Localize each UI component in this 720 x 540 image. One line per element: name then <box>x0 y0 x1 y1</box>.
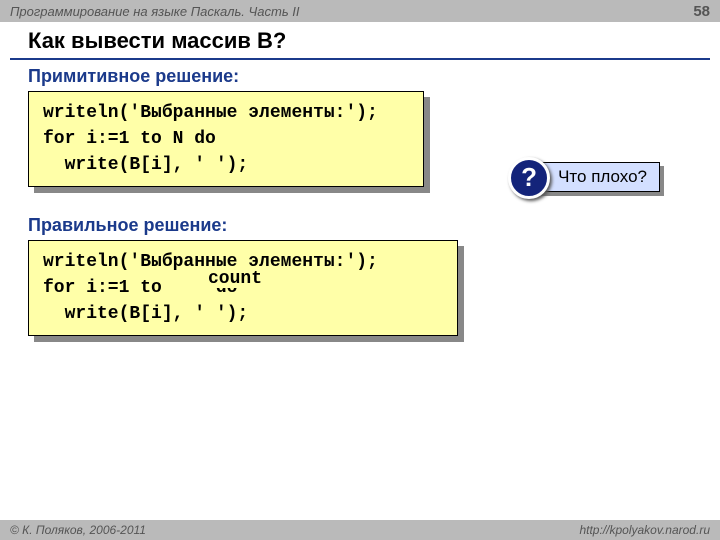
footer-url: http://kpolyakov.narod.ru <box>579 523 710 537</box>
header-bar: Программирование на языке Паскаль. Часть… <box>0 0 720 22</box>
callout-box: ? Что плохо? <box>525 162 660 192</box>
slide-title: Как вывести массив B? <box>10 22 710 60</box>
callout: ? Что плохо? <box>525 162 660 192</box>
callout-text: Что плохо? <box>558 167 647 186</box>
code-line: write(B[i], ' '); <box>43 155 248 175</box>
code-line: writeln('Выбранные элементы:'); <box>43 103 378 123</box>
section2-label: Правильное решение: <box>28 215 720 236</box>
copyright: © К. Поляков, 2006-2011 <box>10 523 146 537</box>
page-number: 58 <box>693 3 710 20</box>
count-annotation: count <box>208 270 262 288</box>
code-content: writeln('Выбранные элементы:'); for i:=1… <box>28 91 424 187</box>
code-line: for i:=1 to N do <box>43 129 216 149</box>
code-block-primitive: writeln('Выбранные элементы:'); for i:=1… <box>28 91 424 187</box>
code-line: write(B[i], ' '); <box>43 304 248 324</box>
footer-bar: © К. Поляков, 2006-2011 http://kpolyakov… <box>0 520 720 540</box>
code-block-correct: writeln('Выбранные элементы:'); for i:=1… <box>28 240 458 336</box>
course-title: Программирование на языке Паскаль. Часть… <box>10 4 300 19</box>
section1-label: Примитивное решение: <box>28 66 720 87</box>
question-mark-icon: ? <box>508 157 550 199</box>
